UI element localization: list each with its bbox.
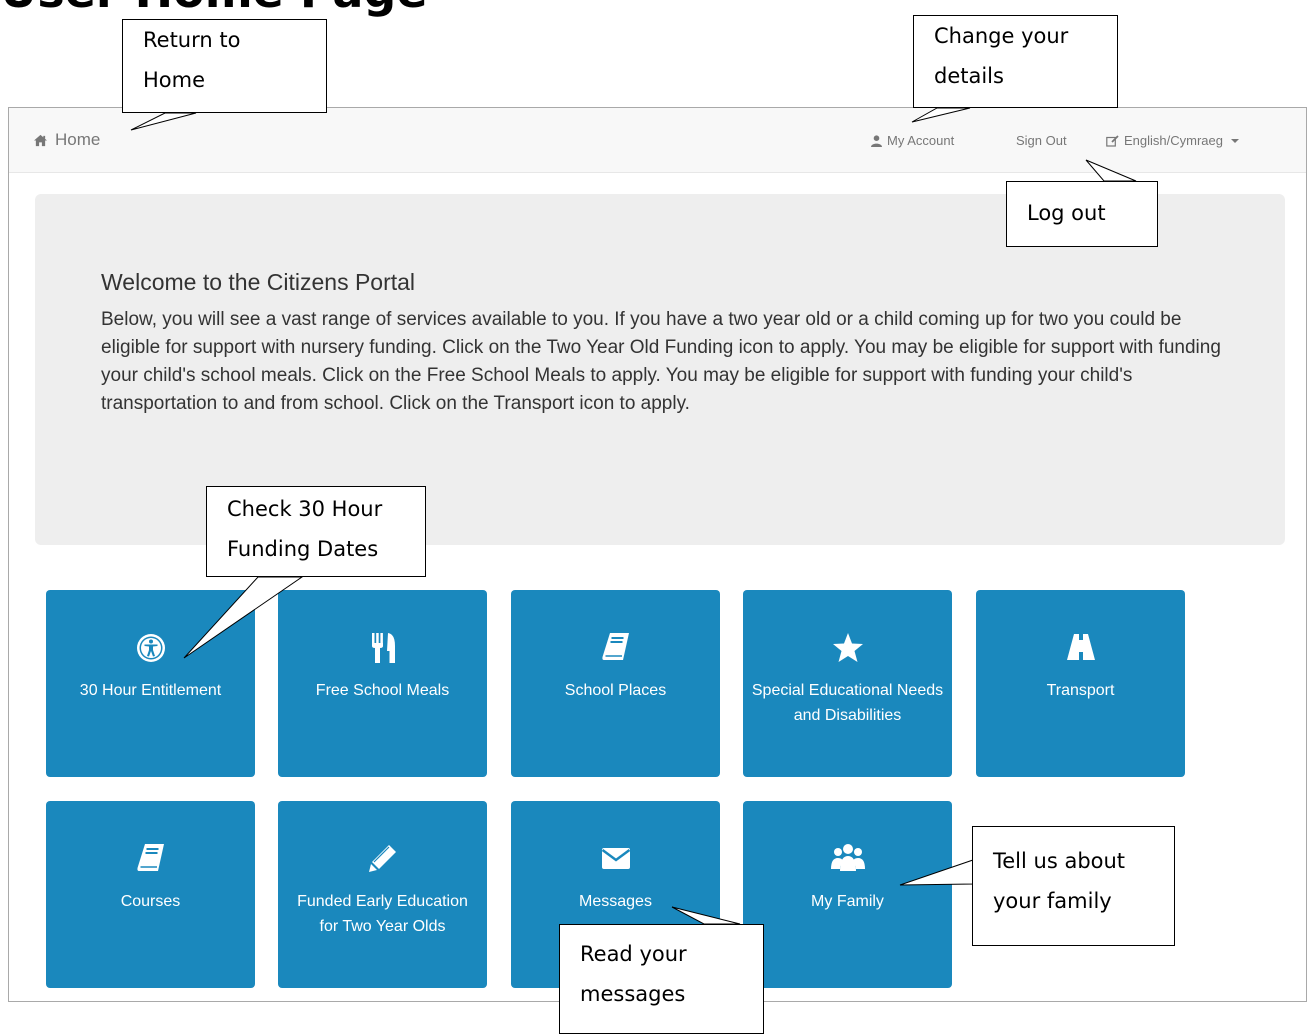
callout-change-details: Change your details [913,15,1118,108]
callout-line: Log out [1027,201,1106,225]
callout-line: details [934,64,1004,88]
callout-log-out: Log out [1006,181,1158,247]
callout-line: Check 30 Hour [227,497,383,521]
callout-pointer-logout [1085,159,1137,182]
callout-line: Change your [934,24,1069,48]
callout-pointer-details [911,107,971,123]
callout-pointer-funding [183,576,304,659]
callout-pointer-messages [671,906,741,925]
callout-line: Home [143,68,206,92]
callout-funding-dates: Check 30 Hour Funding Dates [206,486,426,577]
callout-line: your family [993,889,1112,913]
callout-return-home: Return to Home [122,19,327,113]
callout-pointer-family [899,859,974,886]
callout-line: messages [580,982,686,1006]
callout-line: Return to [143,28,241,52]
callout-line: Read your [580,942,687,966]
callout-pointer-home [130,112,197,131]
callout-line: Funding Dates [227,537,379,561]
callout-about-family: Tell us about your family [972,826,1175,946]
callout-read-messages: Read your messages [559,924,764,1034]
callout-line: Tell us about [993,849,1126,873]
